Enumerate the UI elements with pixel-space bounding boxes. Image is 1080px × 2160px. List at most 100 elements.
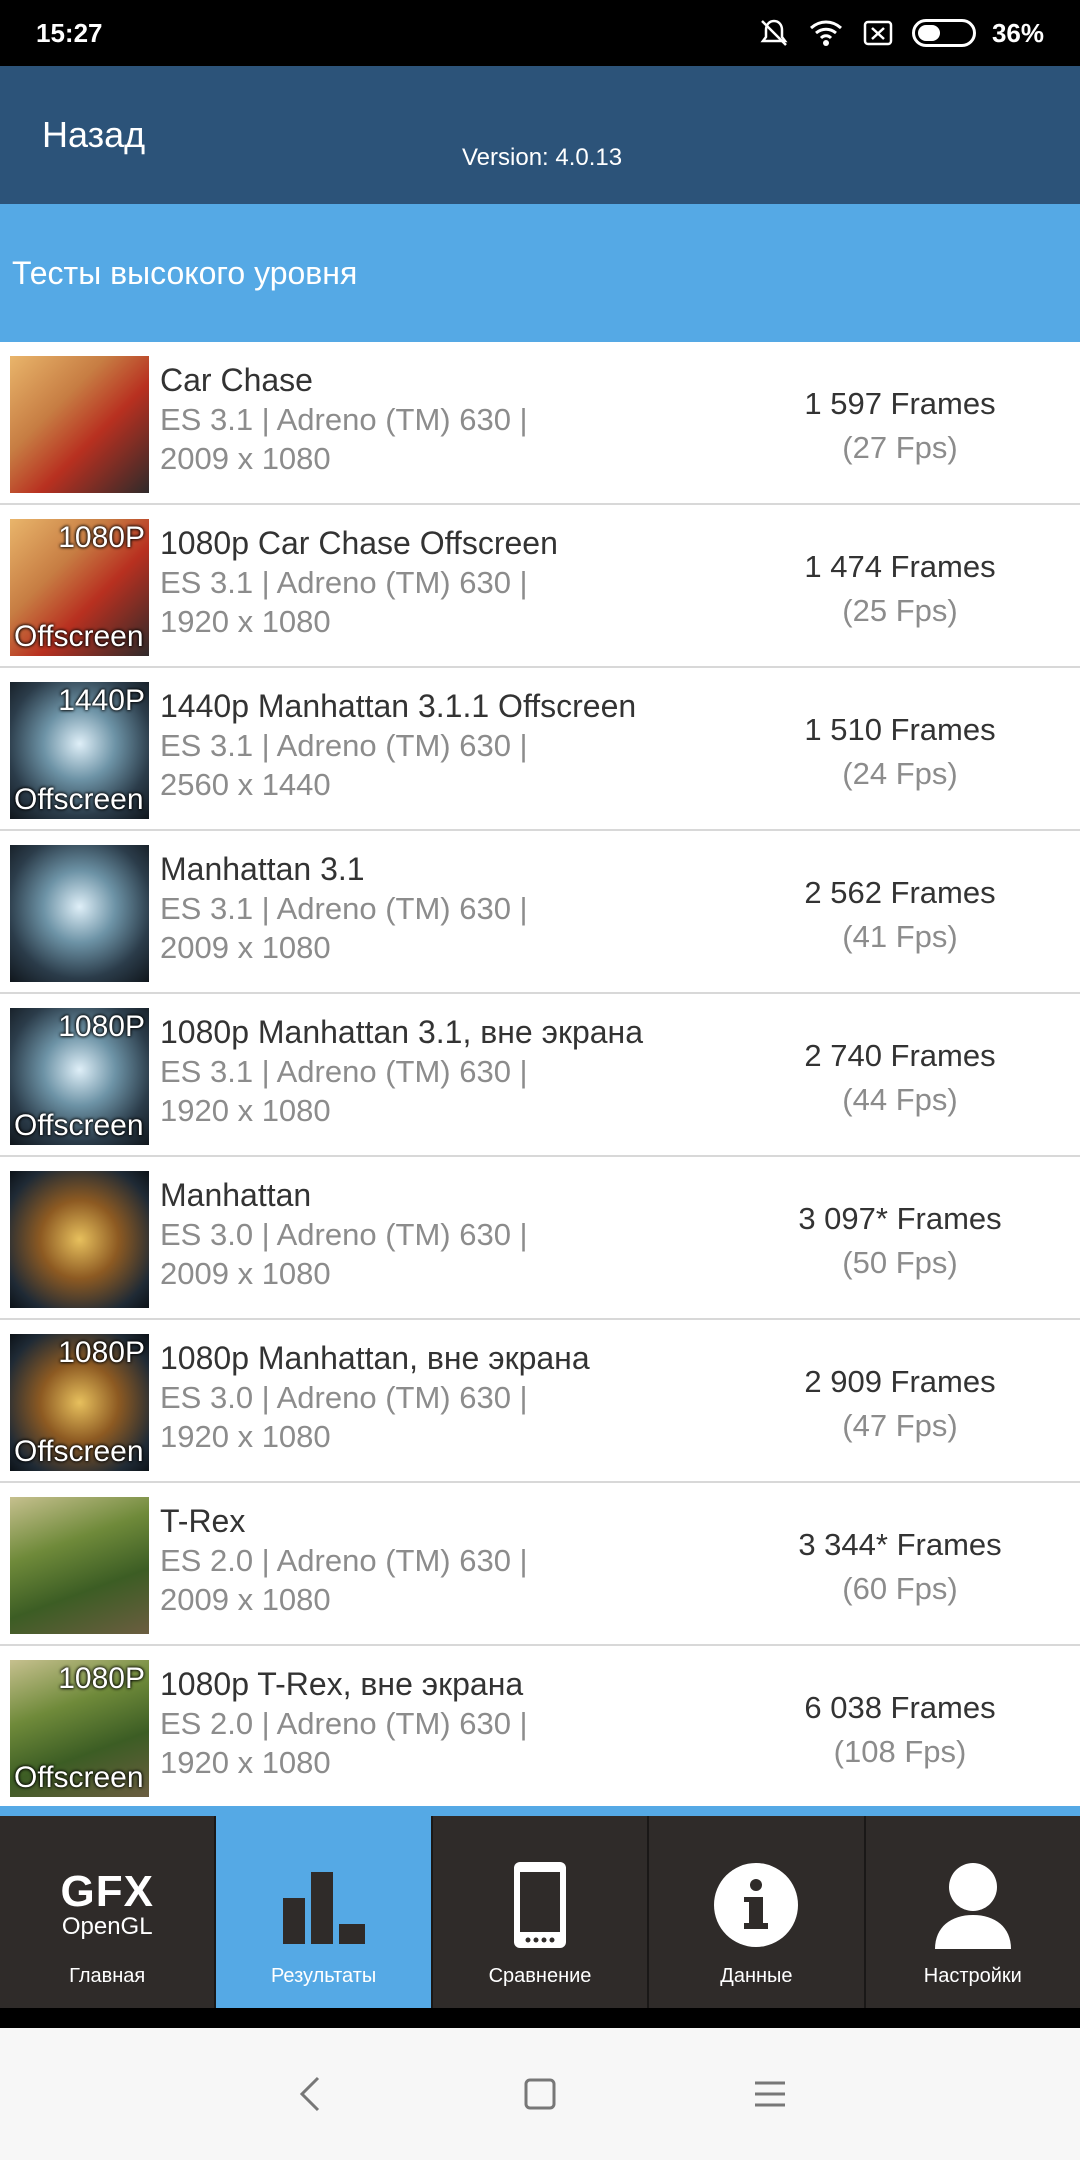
test-resolution: 2009 x 1080	[160, 441, 331, 476]
offscreen-badge: Offscreen	[14, 620, 144, 653]
app-header: Назад Version: 4.0.13	[0, 66, 1080, 204]
test-info: 1080p T-Rex, вне экрана ES 2.0 | Adreno (…	[160, 1664, 760, 1782]
test-score: 3 344* Frames (60 Fps)	[760, 1523, 1040, 1611]
test-score: 1 510 Frames (24 Fps)	[760, 708, 1040, 796]
bottom-nav: GFX OpenGL Главная Результаты Сравнение …	[0, 1816, 1080, 2008]
test-resolution: 2009 x 1080	[160, 930, 331, 965]
nav-label-settings: Настройки	[923, 1965, 1022, 1987]
status-bar: 15:27 36%	[0, 0, 1080, 66]
test-thumbnail: 1080P Offscreen	[10, 519, 149, 656]
nav-item-results[interactable]: Результаты	[216, 1816, 433, 2008]
battery-percent: 36%	[991, 17, 1044, 48]
test-thumbnail: 1080P Offscreen	[10, 1334, 149, 1471]
test-thumbnail: 1440P Offscreen	[10, 682, 149, 819]
test-score: 1 597 Frames (27 Fps)	[760, 382, 1040, 470]
nav-item-home[interactable]: GFX OpenGL Главная	[0, 1816, 217, 2008]
test-row[interactable]: 1080P Offscreen 1080p Manhattan, вне экран…	[0, 1320, 1080, 1483]
offscreen-badge: Offscreen	[14, 783, 144, 816]
phone-icon	[510, 1855, 570, 1955]
frames-value: 1 474 Frames	[804, 549, 996, 584]
test-name: Car Chase	[160, 362, 313, 398]
test-name: T-Rex	[160, 1503, 246, 1539]
sim-error-icon	[860, 17, 896, 49]
test-row[interactable]: 1080P Offscreen 1080p Manhattan 3.1, вне э…	[0, 994, 1080, 1157]
nav-accent-line	[0, 1806, 1080, 1816]
test-row[interactable]: 1080P Offscreen 1080p T-Rex, вне экрана ES …	[0, 1646, 1080, 1809]
test-row[interactable]: 1440P Offscreen 1440p Manhattan 3.1.1 Offs…	[0, 668, 1080, 831]
gfx-logo-icon: GFX OpenGL	[60, 1855, 153, 1955]
results-list: Car Chase ES 3.1 | Adreno (TM) 630 | 2009 …	[0, 342, 1080, 1809]
frames-value: 3 097* Frames	[798, 1201, 1002, 1236]
home-icon[interactable]	[520, 2074, 560, 2114]
test-thumbnail	[10, 845, 149, 982]
test-row[interactable]: 1080P Offscreen 1080p Car Chase Offscreen E…	[0, 505, 1080, 668]
nav-item-compare[interactable]: Сравнение	[433, 1816, 650, 2008]
test-info: 1080p Car Chase Offscreen ES 3.1 | Adreno…	[160, 523, 760, 641]
offscreen-badge: Offscreen	[14, 1109, 144, 1142]
fps-value: (108 Fps)	[833, 1734, 967, 1769]
test-score: 2 909 Frames (47 Fps)	[760, 1360, 1040, 1448]
nav-item-data[interactable]: Данные	[649, 1816, 866, 2008]
test-info: 1080p Manhattan 3.1, вне экрана ES 3.1 | …	[160, 1012, 760, 1130]
test-score: 2 562 Frames (41 Fps)	[760, 871, 1040, 959]
fps-value: (25 Fps)	[842, 593, 958, 628]
resolution-badge: 1080P	[58, 1010, 145, 1043]
frames-value: 1 510 Frames	[804, 712, 996, 747]
version-label: Version: 4.0.13	[462, 144, 623, 171]
menu-icon[interactable]	[750, 2074, 790, 2114]
test-thumbnail: 1080P Offscreen	[10, 1008, 149, 1145]
test-row[interactable]: Car Chase ES 3.1 | Adreno (TM) 630 | 2009 …	[0, 342, 1080, 505]
test-resolution: 2560 x 1440	[160, 767, 331, 802]
test-resolution: 1920 x 1080	[160, 604, 331, 639]
test-name: 1080p Manhattan 3.1, вне экрана	[160, 1014, 643, 1050]
status-time: 15:27	[36, 17, 103, 48]
frames-value: 1 597 Frames	[804, 386, 996, 421]
test-api: ES 3.1 | Adreno (TM) 630 |	[160, 891, 528, 926]
test-score: 3 097* Frames (50 Fps)	[760, 1197, 1040, 1285]
nav-label-data: Данные	[720, 1965, 793, 1987]
fps-value: (50 Fps)	[842, 1245, 958, 1280]
test-info: Car Chase ES 3.1 | Adreno (TM) 630 | 2009 …	[160, 360, 760, 478]
test-info: 1440p Manhattan 3.1.1 Offscreen ES 3.1 | …	[160, 686, 760, 804]
resolution-badge: 1080P	[58, 1336, 145, 1369]
back-button[interactable]: Назад	[42, 114, 145, 156]
nav-label-results: Результаты	[270, 1965, 377, 1987]
back-icon[interactable]	[290, 2074, 330, 2114]
test-score: 6 038 Frames (108 Fps)	[760, 1686, 1040, 1774]
test-api: ES 3.0 | Adreno (TM) 630 |	[160, 1217, 528, 1252]
test-resolution: 1920 x 1080	[160, 1419, 331, 1454]
section-title: Тесты высокого уровня	[0, 204, 1080, 342]
test-resolution: 1920 x 1080	[160, 1093, 331, 1128]
test-thumbnail	[10, 356, 149, 493]
test-resolution: 1920 x 1080	[160, 1745, 331, 1780]
nav-label-compare: Сравнение	[488, 1965, 592, 1987]
battery-icon	[911, 19, 976, 47]
test-api: ES 3.1 | Adreno (TM) 630 |	[160, 402, 528, 437]
frames-value: 3 344* Frames	[798, 1527, 1002, 1562]
bar-chart-icon	[279, 1855, 369, 1955]
test-info: 1080p Manhattan, вне экрана ES 3.0 | Adre…	[160, 1338, 760, 1456]
mute-vibrate-icon	[756, 17, 792, 49]
test-row[interactable]: T-Rex ES 2.0 | Adreno (TM) 630 | 2009 x 10…	[0, 1483, 1080, 1646]
test-api: ES 3.1 | Adreno (TM) 630 |	[160, 1054, 528, 1089]
test-name: Manhattan 3.1	[160, 851, 365, 887]
fps-value: (60 Fps)	[842, 1571, 958, 1606]
system-nav	[0, 2028, 1080, 2160]
test-score: 2 740 Frames (44 Fps)	[760, 1034, 1040, 1122]
resolution-badge: 1440P	[58, 684, 145, 717]
fps-value: (44 Fps)	[842, 1082, 958, 1117]
offscreen-badge: Offscreen	[14, 1761, 144, 1794]
fps-value: (41 Fps)	[842, 919, 958, 954]
offscreen-badge: Offscreen	[14, 1435, 144, 1468]
test-thumbnail	[10, 1171, 149, 1308]
test-api: ES 2.0 | Adreno (TM) 630 |	[160, 1706, 528, 1741]
nav-item-settings[interactable]: Настройки	[866, 1816, 1080, 2008]
test-name: 1440p Manhattan 3.1.1 Offscreen	[160, 688, 637, 724]
test-row[interactable]: Manhattan 3.1 ES 3.1 | Adreno (TM) 630 | 2…	[0, 831, 1080, 994]
test-score: 1 474 Frames (25 Fps)	[760, 545, 1040, 633]
test-api: ES 3.1 | Adreno (TM) 630 |	[160, 728, 528, 763]
resolution-badge: 1080P	[58, 1662, 145, 1695]
info-icon	[712, 1855, 800, 1955]
test-row[interactable]: Manhattan ES 3.0 | Adreno (TM) 630 | 2009 …	[0, 1157, 1080, 1320]
gfx-logo-text: GFX	[60, 1867, 154, 1916]
